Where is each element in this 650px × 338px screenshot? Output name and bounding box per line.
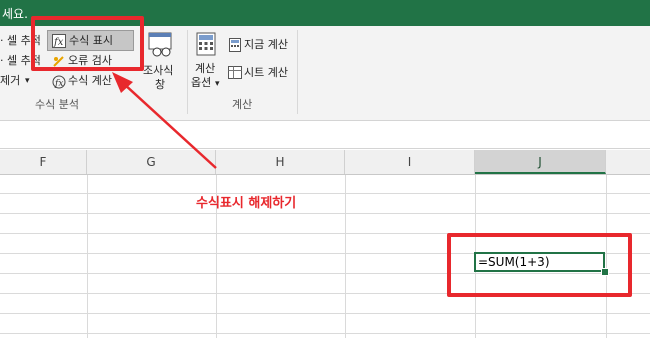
annotation-text: 수식표시 해제하기 — [196, 196, 297, 211]
annotation-arrow — [112, 72, 217, 169]
